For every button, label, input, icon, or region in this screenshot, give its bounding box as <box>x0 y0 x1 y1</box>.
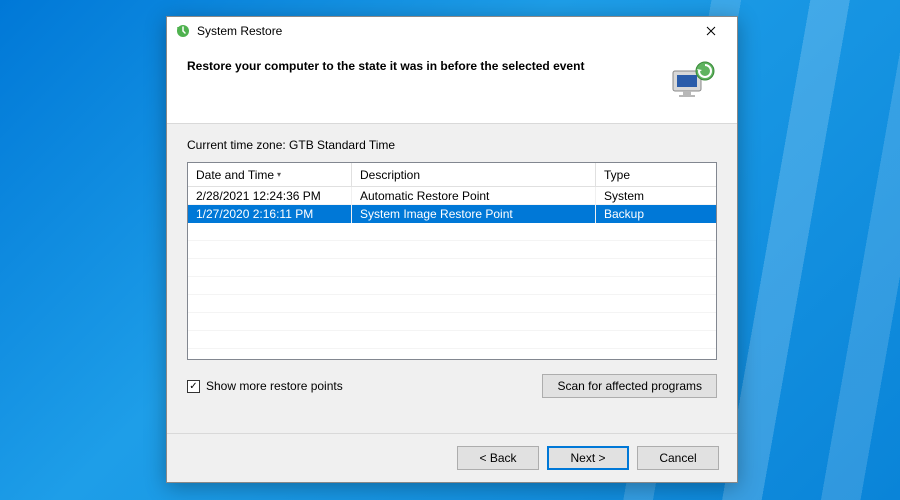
column-label: Type <box>604 168 630 182</box>
cell-type: Backup <box>596 205 716 223</box>
window-title: System Restore <box>197 24 691 38</box>
scan-affected-button[interactable]: Scan for affected programs <box>542 374 717 398</box>
system-restore-icon <box>175 23 191 39</box>
cell-date: 2/28/2021 12:24:36 PM <box>188 187 352 205</box>
checkbox-label: Show more restore points <box>206 379 343 393</box>
grid-footer-row: ✓ Show more restore points Scan for affe… <box>187 374 717 398</box>
show-more-checkbox[interactable]: ✓ Show more restore points <box>187 379 343 393</box>
restore-points-grid: Date and Time ▾ Description Type 2/28/20… <box>187 162 717 360</box>
wizard-footer: < Back Next > Cancel <box>167 433 737 482</box>
column-header-date[interactable]: Date and Time ▾ <box>188 163 352 186</box>
column-header-description[interactable]: Description <box>352 163 596 186</box>
wizard-content: Current time zone: GTB Standard Time Dat… <box>167 124 737 433</box>
checkbox-icon: ✓ <box>187 380 200 393</box>
wizard-header: Restore your computer to the state it wa… <box>167 45 737 124</box>
column-label: Date and Time <box>196 168 274 182</box>
column-header-type[interactable]: Type <box>596 163 716 186</box>
cell-desc: System Image Restore Point <box>352 205 596 223</box>
back-button[interactable]: < Back <box>457 446 539 470</box>
cancel-button[interactable]: Cancel <box>637 446 719 470</box>
table-row[interactable]: 1/27/2020 2:16:11 PMSystem Image Restore… <box>188 205 716 223</box>
cell-date: 1/27/2020 2:16:11 PM <box>188 205 352 223</box>
close-button[interactable] <box>691 19 731 43</box>
cell-type: System <box>596 187 716 205</box>
next-button[interactable]: Next > <box>547 446 629 470</box>
titlebar: System Restore <box>167 17 737 45</box>
restore-hero-icon <box>669 59 717 99</box>
grid-body[interactable]: 2/28/2021 12:24:36 PMAutomatic Restore P… <box>188 187 716 359</box>
sort-descending-icon: ▾ <box>277 170 281 179</box>
cell-desc: Automatic Restore Point <box>352 187 596 205</box>
system-restore-window: System Restore Restore your computer to … <box>166 16 738 483</box>
instruction-text: Restore your computer to the state it wa… <box>187 59 655 73</box>
timezone-label: Current time zone: GTB Standard Time <box>187 138 717 152</box>
table-row[interactable]: 2/28/2021 12:24:36 PMAutomatic Restore P… <box>188 187 716 205</box>
column-label: Description <box>360 168 420 182</box>
grid-header: Date and Time ▾ Description Type <box>188 163 716 187</box>
